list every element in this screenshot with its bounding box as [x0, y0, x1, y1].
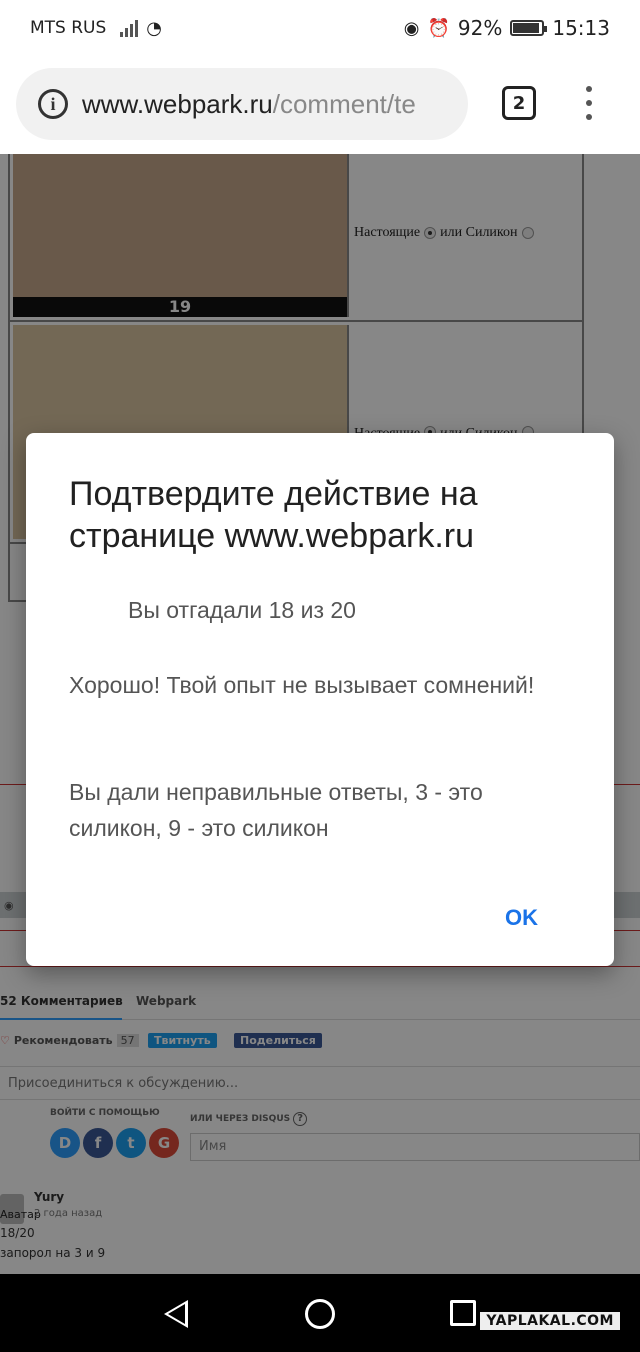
watermark: YAPLAKAL.COM: [480, 1312, 620, 1330]
dialog-message: Хорошо! Твой опыт не вызывает сомнений!: [69, 672, 535, 698]
battery-fill: [513, 23, 540, 33]
battery-percent: 92%: [457, 16, 503, 40]
dialog-title: Подтвердите действие на странице www.web…: [69, 475, 478, 555]
ok-button[interactable]: OK: [505, 905, 538, 931]
url-path: /comment/te: [272, 88, 416, 119]
url-host: www.webpark.ru: [82, 88, 273, 119]
clock: 15:13: [552, 16, 610, 40]
battery-icon: [510, 20, 548, 36]
system-nav-bar: YAPLAKAL.COM: [0, 1274, 640, 1352]
back-icon[interactable]: [164, 1300, 188, 1328]
recent-apps-icon[interactable]: [450, 1300, 476, 1326]
carrier-name: MTS RUS: [30, 18, 107, 38]
status-bar: MTS RUS ◔ ◉ ⏰ 92% 15:13: [0, 0, 640, 56]
wifi-icon: ◔: [146, 17, 163, 39]
home-icon[interactable]: [305, 1299, 335, 1329]
info-icon[interactable]: i: [38, 89, 68, 119]
dialog-score: Вы отгадали 18 из 20: [128, 597, 356, 623]
address-bar[interactable]: i www.webpark.ru/comment/te: [16, 68, 468, 140]
alarm-icon: ⏰: [427, 17, 450, 39]
eye-comfort-icon: ◉: [403, 17, 420, 39]
signal-icon: [120, 19, 139, 37]
url-text[interactable]: www.webpark.ru/comment/te: [82, 89, 416, 120]
browser-toolbar: i www.webpark.ru/comment/te 2: [0, 56, 640, 154]
confirm-dialog: Подтвердите действие на странице www.web…: [26, 433, 614, 966]
dialog-message: Вы дали неправильные ответы, 3 - это сил…: [69, 779, 483, 841]
overflow-menu-icon[interactable]: [584, 86, 594, 120]
tab-switcher-button[interactable]: 2: [502, 86, 536, 120]
